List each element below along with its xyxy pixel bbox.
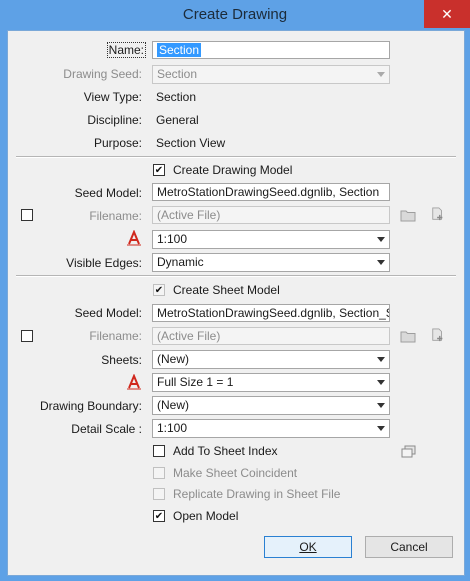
add-file-icon[interactable] bbox=[430, 328, 446, 342]
replicate-drawing-label: Replicate Drawing in Sheet File bbox=[173, 487, 341, 501]
sheet-scale-select[interactable]: Full Size 1 = 1 bbox=[152, 373, 390, 392]
annotation-scale-icon bbox=[127, 230, 141, 246]
drawing-seed-model-label: Seed Model: bbox=[74, 186, 142, 200]
title-bar[interactable]: Create Drawing ✕ bbox=[0, 0, 470, 30]
name-input[interactable]: Section bbox=[152, 41, 390, 59]
open-model-label: Open Model bbox=[173, 509, 239, 523]
separator bbox=[16, 156, 456, 158]
add-file-icon[interactable] bbox=[430, 207, 446, 221]
create-drawing-model-checkbox[interactable] bbox=[153, 164, 165, 176]
drawing-filename-label: Filename: bbox=[89, 209, 142, 223]
add-to-sheet-index-checkbox[interactable] bbox=[153, 445, 165, 457]
window-title: Create Drawing bbox=[182, 6, 288, 23]
drawing-seed-model-input[interactable]: MetroStationDrawingSeed.dgnlib, Section bbox=[152, 183, 390, 201]
separator bbox=[16, 275, 456, 277]
sheet-seed-model-input[interactable]: MetroStationDrawingSeed.dgnlib, Section_… bbox=[152, 304, 390, 322]
drawing-filename-input[interactable]: (Active File) bbox=[152, 206, 390, 224]
purpose-value: Section View bbox=[156, 136, 226, 150]
create-sheet-model-label: Create Sheet Model bbox=[173, 283, 280, 297]
chevron-down-icon bbox=[377, 403, 385, 408]
close-icon: ✕ bbox=[441, 6, 453, 22]
purpose-label: Purpose: bbox=[93, 136, 142, 150]
folder-icon[interactable] bbox=[400, 329, 416, 343]
discipline-value: General bbox=[156, 113, 199, 127]
make-sheet-coincident-checkbox[interactable] bbox=[153, 467, 165, 479]
drawing-seed-select[interactable]: Section bbox=[152, 65, 390, 84]
sheet-filename-label: Filename: bbox=[89, 329, 142, 343]
annotation-scale-icon bbox=[127, 374, 141, 390]
chevron-down-icon bbox=[377, 380, 385, 385]
detail-scale-label: Detail Scale : bbox=[71, 422, 142, 436]
drawing-scale-select[interactable]: 1:100 bbox=[152, 230, 390, 249]
create-drawing-dialog: Create Drawing ✕ Name: Section Drawing S… bbox=[0, 0, 470, 581]
chevron-down-icon bbox=[377, 426, 385, 431]
chevron-down-icon bbox=[377, 260, 385, 265]
name-label: Name: bbox=[106, 42, 146, 58]
close-button[interactable]: ✕ bbox=[424, 0, 470, 28]
sheet-seed-model-label: Seed Model: bbox=[74, 306, 142, 320]
cancel-button[interactable]: Cancel bbox=[365, 536, 453, 558]
create-drawing-model-label: Create Drawing Model bbox=[173, 163, 293, 177]
chevron-down-icon bbox=[377, 357, 385, 362]
sheets-label: Sheets: bbox=[101, 353, 142, 367]
visible-edges-label: Visible Edges: bbox=[66, 256, 142, 270]
create-sheet-model-checkbox[interactable] bbox=[153, 284, 165, 296]
sheet-filename-input[interactable]: (Active File) bbox=[152, 327, 390, 345]
dialog-body: Name: Section Drawing Seed: Section View… bbox=[7, 30, 465, 576]
sheets-select[interactable]: (New) bbox=[152, 350, 390, 369]
sheet-index-icon[interactable] bbox=[401, 445, 417, 459]
discipline-label: Discipline: bbox=[87, 113, 142, 127]
visible-edges-select[interactable]: Dynamic bbox=[152, 253, 390, 272]
drawing-seed-label: Drawing Seed: bbox=[63, 67, 142, 81]
detail-scale-select[interactable]: 1:100 bbox=[152, 419, 390, 438]
replicate-drawing-checkbox[interactable] bbox=[153, 488, 165, 500]
drawing-boundary-select[interactable]: (New) bbox=[152, 396, 390, 415]
view-type-label: View Type: bbox=[83, 90, 142, 104]
folder-icon[interactable] bbox=[400, 208, 416, 222]
add-to-sheet-index-label: Add To Sheet Index bbox=[173, 444, 278, 458]
make-sheet-coincident-label: Make Sheet Coincident bbox=[173, 466, 298, 480]
view-type-value: Section bbox=[156, 90, 197, 104]
chevron-down-icon bbox=[377, 237, 385, 242]
ok-button[interactable]: OK bbox=[264, 536, 352, 558]
chevron-down-icon bbox=[377, 72, 385, 77]
open-model-checkbox[interactable] bbox=[153, 510, 165, 522]
drawing-boundary-label: Drawing Boundary: bbox=[39, 399, 142, 413]
